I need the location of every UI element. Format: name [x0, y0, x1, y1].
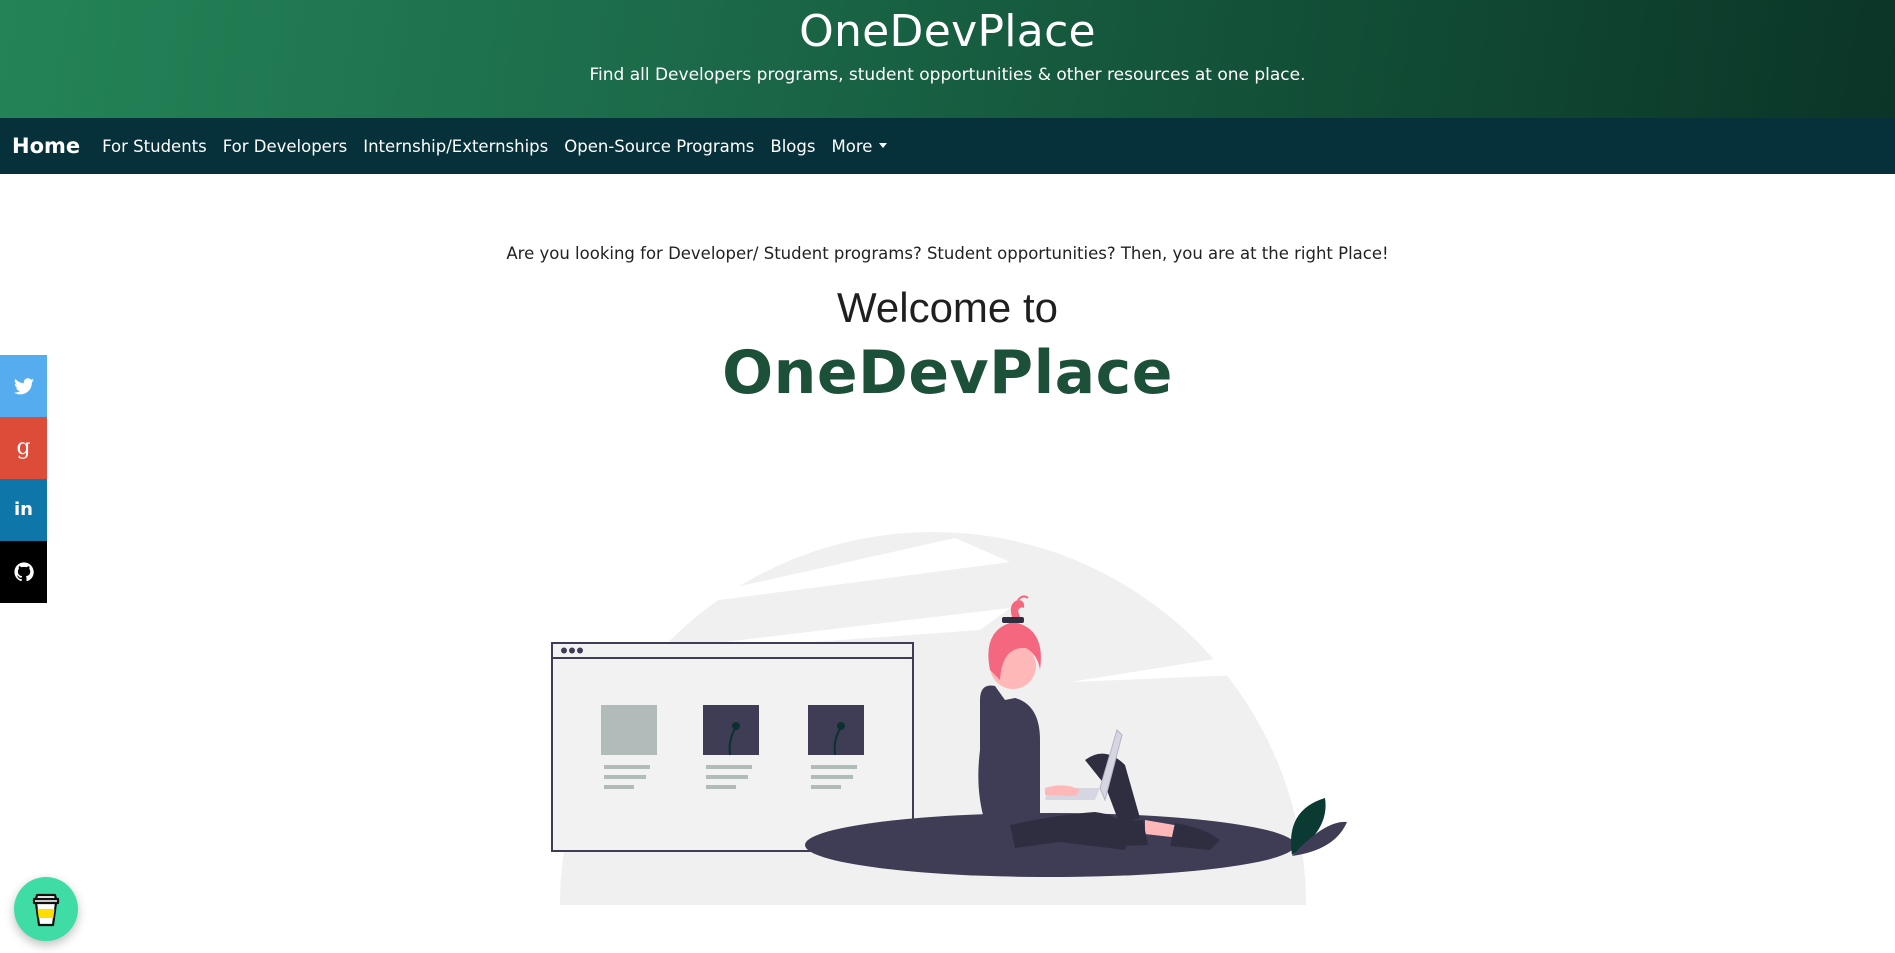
- nav-item-internships[interactable]: Internship/Externships: [363, 137, 548, 156]
- nav-item-open-source-programs[interactable]: Open-Source Programs: [564, 137, 754, 156]
- nav-item-for-developers[interactable]: For Developers: [223, 137, 347, 156]
- nav-more-label: More: [831, 136, 873, 156]
- site-title: OneDevPlace: [799, 6, 1096, 57]
- twitter-share-button[interactable]: [0, 355, 47, 417]
- linkedin-share-button[interactable]: in: [0, 479, 47, 541]
- plant-leaves: [1290, 798, 1347, 856]
- browser-window-graphic: [551, 642, 914, 852]
- twitter-icon: [13, 377, 34, 394]
- caret-down-icon: [879, 142, 888, 148]
- linkedin-icon: in: [14, 499, 33, 520]
- social-share-bar: g in: [0, 355, 47, 603]
- google-share-button[interactable]: g: [0, 417, 47, 479]
- nav-item-blogs[interactable]: Blogs: [770, 137, 815, 156]
- github-icon: [13, 562, 34, 582]
- site-header: OneDevPlace Find all Developers programs…: [0, 0, 1895, 118]
- hero-welcome-heading: Welcome to: [837, 284, 1058, 331]
- github-share-button[interactable]: [0, 541, 47, 603]
- hero-brand-heading: OneDevPlace: [722, 338, 1173, 408]
- site-subtitle: Find all Developers programs, student op…: [589, 65, 1306, 85]
- nav-more-dropdown[interactable]: More: [831, 136, 888, 156]
- nav-home-link[interactable]: Home: [12, 134, 80, 158]
- coffee-cup-icon: [32, 893, 60, 927]
- hero-intro-text: Are you looking for Developer/ Student p…: [506, 244, 1389, 263]
- google-icon: g: [16, 435, 31, 460]
- buy-me-a-coffee-button[interactable]: [14, 877, 78, 941]
- hero-illustration: [551, 532, 1347, 905]
- nav-item-for-students[interactable]: For Students: [102, 137, 207, 156]
- main-navbar: Home For Students For Developers Interns…: [0, 118, 1895, 174]
